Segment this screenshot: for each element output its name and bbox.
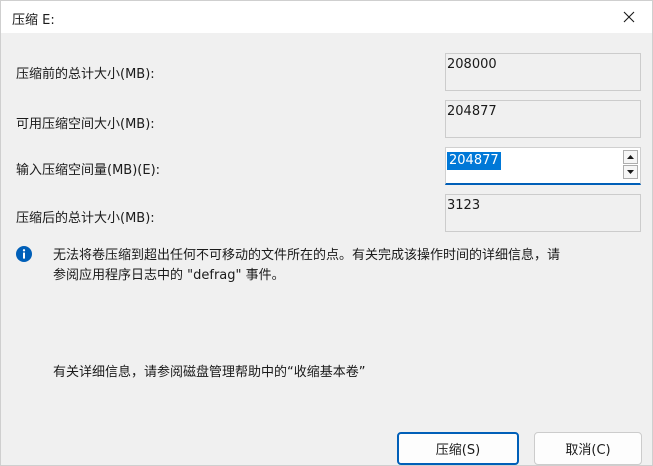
- info-message-line-1: 无法将卷压缩到超出任何不可移动的文件所在的点。有关完成该操作时间的详细信息，请: [53, 248, 561, 263]
- cancel-button[interactable]: 取消(C): [534, 432, 642, 465]
- available-space-value: 204877: [445, 100, 641, 138]
- title-bar: 压缩 E:: [1, 1, 652, 33]
- close-button[interactable]: [606, 1, 652, 33]
- caret-up-icon: [627, 155, 634, 159]
- info-message: 无法将卷压缩到超出任何不可移动的文件所在的点。有关完成该操作时间的详细信息，请 …: [53, 246, 643, 286]
- window-title: 压缩 E:: [12, 13, 55, 28]
- shrink-amount-stepper[interactable]: 204877: [445, 147, 641, 185]
- info-message-line-2: 参阅应用程序日志中的 "defrag" 事件。: [53, 268, 285, 283]
- close-icon: [623, 11, 635, 23]
- total-before-label: 压缩前的总计大小(MB):: [16, 67, 155, 82]
- total-before-value: 208000: [445, 53, 641, 91]
- total-after-label: 压缩后的总计大小(MB):: [16, 211, 155, 226]
- shrink-volume-dialog: 压缩 E: 压缩前的总计大小(MB): 208000 可用压缩空间大小(MB):…: [0, 0, 653, 466]
- spin-up-button[interactable]: [623, 150, 638, 164]
- shrink-amount-label: 输入压缩空间量(MB)(E):: [16, 163, 161, 178]
- spin-down-button[interactable]: [623, 165, 638, 179]
- shrink-amount-input[interactable]: 204877: [447, 152, 501, 170]
- help-text: 有关详细信息，请参阅磁盘管理帮助中的“收缩基本卷”: [53, 365, 366, 380]
- total-after-value: 3123: [445, 194, 641, 232]
- available-space-label: 可用压缩空间大小(MB):: [16, 117, 155, 132]
- info-icon: [16, 246, 32, 262]
- caret-down-icon: [627, 170, 634, 174]
- shrink-button[interactable]: 压缩(S): [397, 432, 519, 465]
